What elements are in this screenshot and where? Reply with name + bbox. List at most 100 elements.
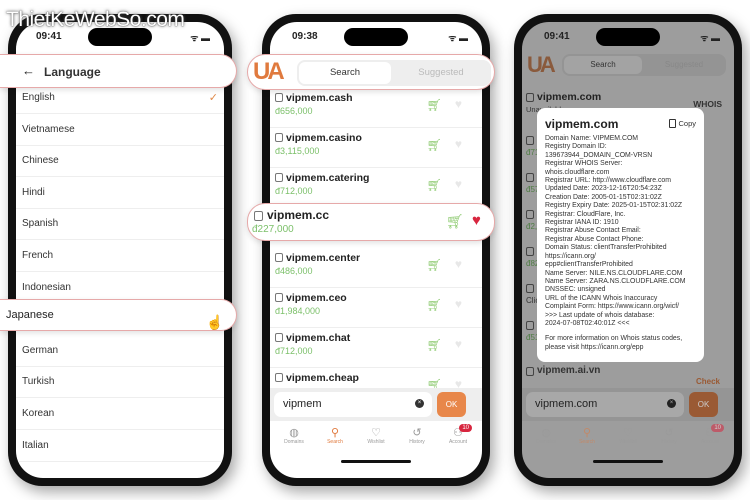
heart-icon[interactable]: ♥ — [455, 97, 462, 111]
language-item[interactable]: German — [16, 335, 224, 367]
language-label: German — [22, 344, 59, 356]
copy-icon — [669, 119, 677, 128]
domain-name: vipmem.cheap — [286, 372, 359, 384]
tab-domains[interactable]: ◍ Domains — [526, 426, 566, 445]
cart-icon[interactable]: 🛒︎ — [427, 98, 442, 112]
tab-search[interactable]: Search — [299, 62, 391, 84]
result-row[interactable]: vipmem.center đ486,000 🛒︎ ♥ — [270, 248, 482, 288]
domain-price: đ3,115,000 — [275, 146, 320, 156]
tab-bar: ◍ Domains ⚲ Search ♡ Wishlist ↺ History ⚇ Account… — [522, 424, 734, 452]
tab-wishlist[interactable]: ♡ Wishlist — [356, 426, 396, 445]
copy-icon[interactable] — [275, 373, 283, 382]
cart-icon[interactable]: 🛒︎ — [427, 258, 442, 272]
cart-icon[interactable]: 🛒︎ — [427, 338, 442, 352]
copy-icon[interactable] — [526, 367, 534, 376]
result-row[interactable]: vipmem.ceo đ1,984,000 🛒︎ ♥ — [270, 288, 482, 328]
tab-domains[interactable]: ◍ Domains — [274, 426, 314, 445]
heart-icon[interactable]: ♥ — [455, 257, 462, 271]
domain-name: vipmem.com — [537, 91, 602, 103]
language-label: English — [22, 92, 55, 103]
search-input[interactable]: vipmem × — [274, 392, 432, 417]
result-row[interactable]: vipmem.cash đ656,000 🛒︎ ♥ — [270, 88, 482, 128]
copy-icon[interactable] — [275, 253, 283, 262]
heart-icon[interactable]: ♥ — [455, 337, 462, 351]
language-item[interactable]: Hindi — [16, 177, 224, 209]
copy-button[interactable]: Copy — [669, 119, 696, 128]
tab-wishlist[interactable]: ♡ Wishlist — [608, 426, 648, 445]
heart-filled-icon[interactable]: ♥ — [472, 212, 481, 229]
status-time: 09:38 — [292, 31, 318, 42]
language-item[interactable]: Korean — [16, 398, 224, 430]
tab-suggested[interactable]: Suggested — [393, 62, 489, 84]
tab-account[interactable]: ⚇ Account 10 — [690, 424, 730, 445]
cart-icon[interactable]: 🛒︎ — [427, 298, 442, 312]
arrow-left-icon[interactable]: ← — [22, 63, 35, 78]
watermark: ThietKeWebSo.com — [6, 8, 185, 31]
search-input-value: vipmem — [283, 398, 322, 410]
domain-price: đ656,000 — [275, 106, 313, 116]
heart-icon[interactable]: ♥ — [455, 297, 462, 311]
copy-icon[interactable] — [275, 173, 283, 182]
search-bar: vipmem × OK — [270, 388, 482, 421]
home-indicator — [593, 460, 663, 463]
language-label: Turkish — [22, 376, 55, 388]
cart-icon[interactable]: 🛒︎ — [427, 138, 442, 152]
language-item[interactable]: French — [16, 240, 224, 272]
copy-icon[interactable] — [275, 293, 283, 302]
result-row[interactable]: vipmem.catering đ712,000 🛒︎ ♥ — [270, 168, 482, 208]
copy-icon[interactable] — [254, 211, 263, 221]
tab-suggested[interactable]: Suggested — [644, 56, 724, 74]
result-row[interactable]: vipmem.casino đ3,115,000 🛒︎ ♥ — [270, 128, 482, 168]
cursor-pointer-icon: ☝ — [206, 314, 224, 330]
status-time: 09:41 — [544, 31, 570, 42]
tab-history[interactable]: ↺ History — [649, 426, 689, 445]
tab-search[interactable]: Search — [564, 56, 642, 74]
heart-icon[interactable]: ♥ — [455, 177, 462, 191]
language-item-japanese-highlight[interactable]: Japanese ☝ — [0, 299, 237, 331]
language-item[interactable]: Vietnamese — [16, 114, 224, 146]
result-row[interactable]: vipmem.chat đ712,000 🛒︎ ♥ — [270, 328, 482, 368]
language-label: Hindi — [22, 186, 45, 198]
copy-icon[interactable] — [275, 333, 283, 342]
clear-icon[interactable]: × — [667, 399, 676, 408]
notification-badge: 10 — [711, 424, 724, 432]
language-item[interactable]: Italian — [16, 430, 224, 462]
status-icons: ᯤ ▬ — [190, 33, 210, 43]
tab-account[interactable]: ⚇ Account 10 — [438, 424, 478, 445]
clear-icon[interactable]: × — [415, 399, 424, 408]
language-item[interactable]: Spanish — [16, 208, 224, 241]
segmented-control: Search Suggested — [297, 60, 491, 86]
domain-name: vipmem.ceo — [286, 292, 347, 304]
domain-price-partial: đ2, — [526, 222, 538, 231]
copy-icon[interactable] — [275, 133, 283, 142]
ok-button[interactable]: OK — [689, 392, 718, 417]
result-vipmem-cc-highlight[interactable]: vipmem.cc đ227,000 🛒︎ ♥ — [247, 203, 495, 241]
tab-search[interactable]: ⚲ Search — [315, 426, 355, 445]
copy-label: Copy — [678, 119, 696, 128]
heart-icon[interactable]: ♥ — [455, 137, 462, 151]
copy-icon[interactable] — [275, 93, 283, 102]
tab-search[interactable]: ⚲ Search — [567, 426, 607, 445]
globe-icon: ◍ — [541, 427, 551, 439]
tab-label: Domains — [284, 439, 304, 445]
dynamic-island — [596, 28, 660, 46]
domain-name: vipmem.ai.vn — [537, 365, 601, 376]
status-time: 09:41 — [36, 31, 62, 42]
copy-icon[interactable] — [526, 93, 534, 102]
language-label: Spanish — [22, 218, 59, 230]
language-item[interactable]: Turkish — [16, 366, 224, 399]
cart-icon[interactable]: 🛒︎ — [427, 178, 442, 192]
language-label: Chinese — [22, 155, 59, 167]
language-label: French — [22, 250, 54, 261]
search-icon: ⚲ — [330, 427, 340, 439]
check-button[interactable]: Check — [696, 377, 720, 386]
cart-icon[interactable]: 🛒︎ — [446, 213, 464, 230]
tab-history[interactable]: ↺ History — [397, 426, 437, 445]
segmented-control: Search Suggested — [562, 54, 726, 76]
search-input[interactable]: vipmem.com × — [526, 392, 684, 417]
language-item[interactable]: Chinese — [16, 145, 224, 178]
domain-price: đ712,000 — [275, 346, 313, 356]
copy-icon — [526, 284, 534, 293]
copy-icon — [526, 321, 534, 330]
ok-button[interactable]: OK — [437, 392, 466, 417]
